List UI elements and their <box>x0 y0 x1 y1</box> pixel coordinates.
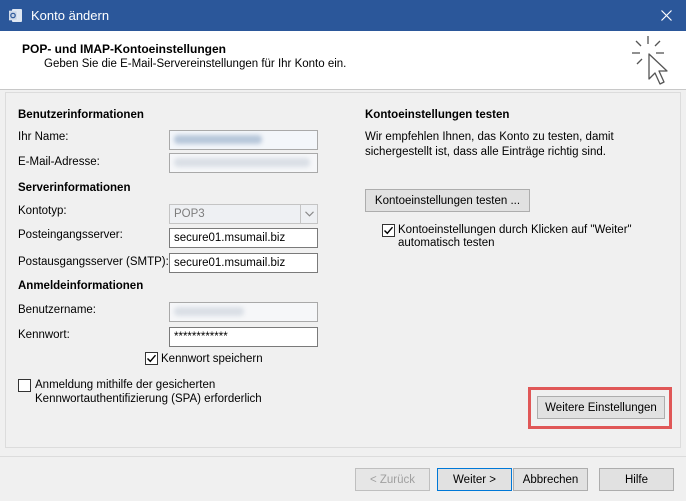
close-icon <box>660 10 672 21</box>
help-button[interactable]: Hilfe <box>599 468 674 491</box>
incoming-server-input[interactable]: secure01.msumail.biz <box>169 228 318 248</box>
redacted-name <box>174 135 262 144</box>
spa-label-line1: Anmeldung mithilfe der gesicherten <box>35 379 216 391</box>
outlook-app-icon <box>9 9 22 22</box>
email-label: E-Mail-Adresse: <box>18 156 100 168</box>
password-input[interactable]: ************ <box>169 327 318 347</box>
redacted-email <box>174 158 310 167</box>
next-button[interactable]: Weiter > <box>437 468 512 491</box>
dialog-header: POP- und IMAP-Kontoeinstellungen Geben S… <box>0 31 686 90</box>
header-title: POP- und IMAP-Kontoeinstellungen <box>22 42 226 56</box>
auto-test-label-line1: Kontoeinstellungen durch Klicken auf "We… <box>398 224 632 236</box>
username-label: Benutzername: <box>18 304 96 316</box>
click-cursor-icon <box>632 36 668 85</box>
password-label: Kennwort: <box>18 329 70 341</box>
checkmark-icon <box>384 226 394 235</box>
spa-checkbox[interactable] <box>18 379 31 392</box>
auto-test-label-line2: automatisch testen <box>398 237 495 249</box>
outgoing-server-label: Postausgangsserver (SMTP): <box>18 256 169 268</box>
window-title: Konto ändern <box>31 8 110 23</box>
test-account-settings-button[interactable]: Kontoeinstellungen testen ... <box>365 189 530 212</box>
back-button[interactable]: < Zurück <box>355 468 430 491</box>
header-subtitle: Geben Sie die E-Mail-Servereinstellungen… <box>44 58 347 70</box>
email-input[interactable] <box>169 153 318 173</box>
name-input[interactable] <box>169 130 318 150</box>
remember-password-checkbox[interactable] <box>145 352 158 365</box>
account-type-select[interactable]: POP3 <box>169 204 318 224</box>
chevron-down-icon <box>300 205 317 223</box>
login-info-heading: Anmeldeinformationen <box>18 280 144 292</box>
close-button[interactable] <box>646 0 686 31</box>
dialog-content: Benutzerinformationen Ihr Name: E-Mail-A… <box>0 91 686 501</box>
remember-password-label: Kennwort speichern <box>161 353 263 365</box>
footer-divider <box>0 456 686 457</box>
title-bar: Konto ändern <box>0 0 686 31</box>
username-input[interactable] <box>169 302 318 322</box>
incoming-server-label: Posteingangsserver: <box>18 229 123 241</box>
outgoing-server-input[interactable]: secure01.msumail.biz <box>169 253 318 273</box>
user-info-heading: Benutzerinformationen <box>18 109 144 121</box>
test-description-line2: sichergestellt ist, dass alle Einträge r… <box>365 146 606 158</box>
account-type-value: POP3 <box>174 208 205 220</box>
auto-test-checkbox[interactable] <box>382 224 395 237</box>
spa-label-line2: Kennwortauthentifizierung (SPA) erforder… <box>35 393 262 405</box>
test-settings-heading: Kontoeinstellungen testen <box>365 109 510 121</box>
cancel-button[interactable]: Abbrechen <box>513 468 588 491</box>
redacted-username <box>174 307 244 316</box>
account-type-label: Kontotyp: <box>18 205 67 217</box>
name-label: Ihr Name: <box>18 131 69 143</box>
server-info-heading: Serverinformationen <box>18 182 131 194</box>
more-settings-button[interactable]: Weitere Einstellungen <box>537 396 665 419</box>
checkmark-icon <box>147 354 157 363</box>
test-description-line1: Wir empfehlen Ihnen, das Konto zu testen… <box>365 131 614 143</box>
